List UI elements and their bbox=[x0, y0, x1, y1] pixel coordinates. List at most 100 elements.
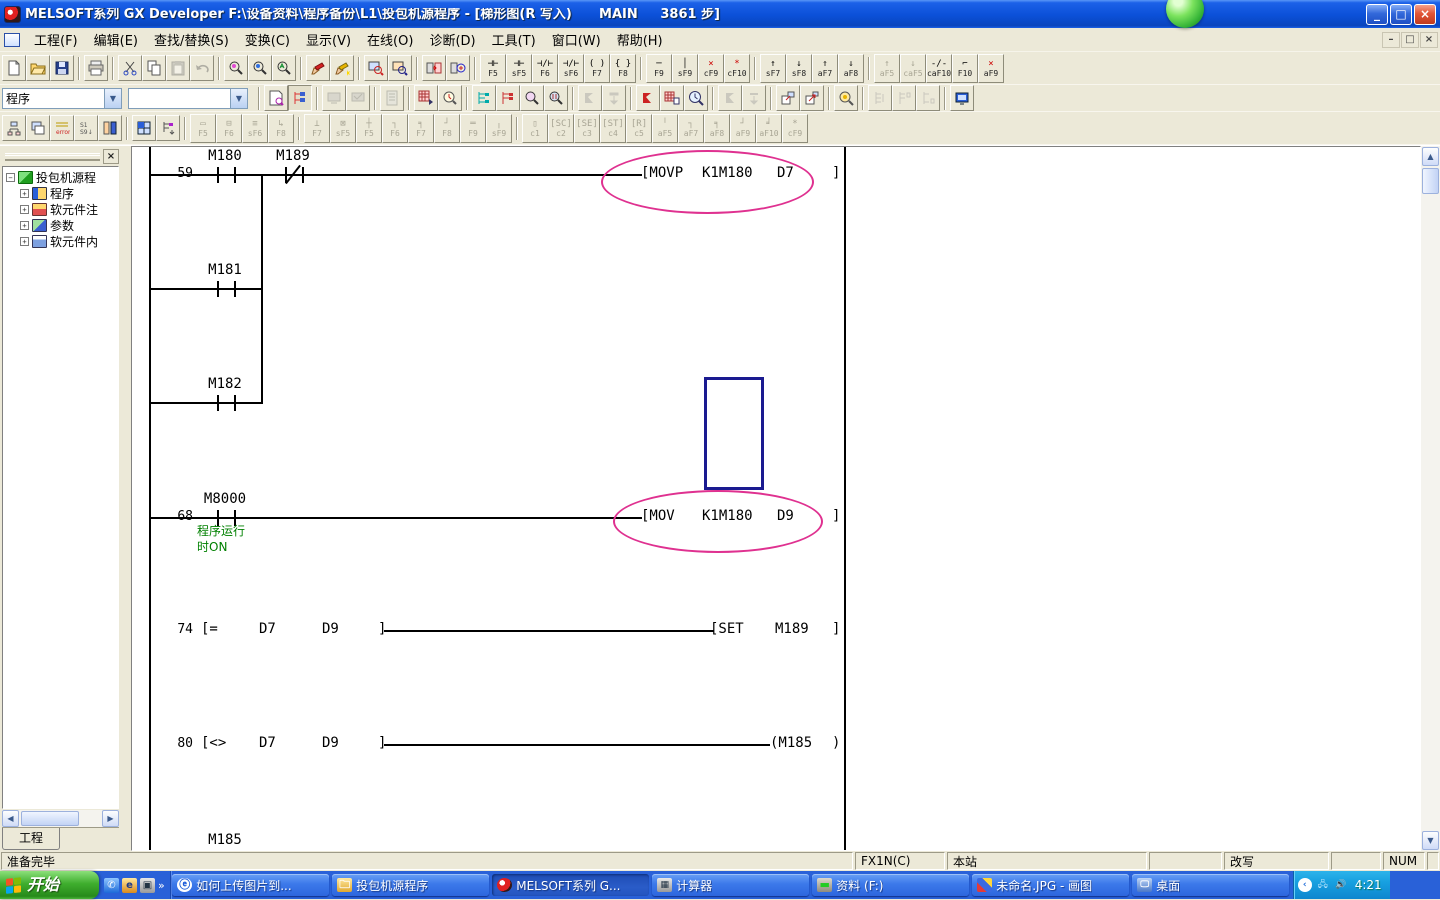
data-name-combobox[interactable]: ▼ bbox=[128, 88, 248, 109]
ladder-parallel-falling-pulse-button[interactable]: ⇓aF8 bbox=[838, 54, 864, 83]
ladder-delete-hline-button[interactable]: ×cF9 bbox=[698, 54, 724, 83]
menu-project[interactable]: 工程(F) bbox=[26, 27, 86, 52]
expand-icon[interactable]: + bbox=[20, 189, 29, 198]
ladder-parallel-closed-contact-button[interactable]: ⊣/⊢sF6 bbox=[558, 54, 584, 83]
task-button-calculator[interactable]: ▦ 计算器 bbox=[652, 874, 809, 896]
task-button-folder[interactable]: 🗀 投包机源程序 bbox=[332, 874, 489, 896]
ladder-hline-button[interactable]: ─F9 bbox=[646, 54, 672, 83]
minimize-button[interactable]: _ bbox=[1366, 4, 1388, 25]
cut-icon[interactable] bbox=[118, 55, 142, 81]
clock-monitor-icon[interactable] bbox=[684, 85, 708, 111]
tree-item-program[interactable]: + 程序 bbox=[5, 185, 118, 201]
edit-cursor-box[interactable] bbox=[704, 377, 764, 490]
panel-close-icon[interactable]: × bbox=[103, 149, 119, 164]
collapse-icon[interactable]: − bbox=[6, 173, 15, 182]
jump-window-2-icon[interactable] bbox=[800, 85, 824, 111]
tray-volume-icon[interactable]: 🔊 bbox=[1334, 878, 1348, 892]
ladder-parallel-open-contact-button[interactable]: ⊣⊢sF5 bbox=[506, 54, 532, 83]
menu-online[interactable]: 在线(O) bbox=[359, 27, 421, 52]
tree-root-item[interactable]: − 投包机源程 bbox=[5, 169, 118, 185]
quick-launch-messenger-icon[interactable]: ✆ bbox=[104, 878, 119, 893]
ladder-closed-contact-button[interactable]: ⊣/⊢F6 bbox=[532, 54, 558, 83]
data-type-combobox[interactable]: 程序▼ bbox=[2, 88, 122, 109]
ladder-logic-test-icon[interactable] bbox=[288, 85, 312, 111]
vertical-scrollbar[interactable]: ▲ ▼ bbox=[1421, 146, 1440, 851]
task-button-paint[interactable]: 未命名.JPG - 画图 bbox=[972, 874, 1129, 896]
partial-run-icon[interactable] bbox=[636, 85, 660, 111]
scroll-thumb[interactable] bbox=[1422, 168, 1439, 194]
expand-icon[interactable]: + bbox=[20, 237, 29, 246]
menu-help[interactable]: 帮助(H) bbox=[609, 27, 671, 52]
menu-window[interactable]: 窗口(W) bbox=[544, 27, 609, 52]
ladder-delete-vline-button[interactable]: *cF10 bbox=[724, 54, 750, 83]
entry-monitor-icon[interactable] bbox=[438, 85, 462, 111]
close-button[interactable]: × bbox=[1414, 4, 1436, 25]
menu-diagnostics[interactable]: 诊断(D) bbox=[421, 27, 483, 52]
print-icon[interactable] bbox=[84, 55, 108, 81]
child-restore-button[interactable]: □ bbox=[1401, 32, 1419, 48]
tray-collapse-icon[interactable]: ‹ bbox=[1298, 878, 1312, 892]
enter-comment-icon[interactable] bbox=[306, 55, 330, 81]
windows-cascade-icon[interactable] bbox=[26, 115, 50, 141]
pc-read-icon[interactable] bbox=[422, 55, 446, 81]
ladder-editor[interactable]: 59 M180 M189 [MOVP K1M180 D7 ] M181 M182… bbox=[131, 146, 1421, 851]
menu-convert[interactable]: 变换(C) bbox=[237, 27, 298, 52]
find-string-icon[interactable] bbox=[272, 55, 296, 81]
enter-statement-icon[interactable] bbox=[330, 55, 354, 81]
ladder-invert-button[interactable]: -/-caF10 bbox=[926, 54, 952, 83]
task-button-browser[interactable]: ⓔ 如何上传图片到... bbox=[172, 874, 329, 896]
quick-launch-desktop-icon[interactable]: ▣ bbox=[140, 878, 155, 893]
tree-item-parameter[interactable]: + 参数 bbox=[5, 217, 118, 233]
ladder-coil-button[interactable]: ( )F7 bbox=[584, 54, 610, 83]
quick-launch-expand-icon[interactable]: » bbox=[158, 879, 165, 892]
start-button[interactable]: 开始 bbox=[0, 871, 99, 899]
restore-button[interactable]: □ bbox=[1390, 4, 1412, 25]
ladder-parallel-rising-pulse-button[interactable]: ⇑aF7 bbox=[812, 54, 838, 83]
menu-tools[interactable]: 工具(T) bbox=[484, 27, 544, 52]
find-contact-icon[interactable] bbox=[544, 85, 568, 111]
scroll-left-icon[interactable]: ◀ bbox=[2, 810, 19, 827]
macro-icon[interactable] bbox=[2, 115, 26, 141]
find-yellow-icon[interactable] bbox=[834, 85, 858, 111]
ladder-instruction-button[interactable]: { }F8 bbox=[610, 54, 636, 83]
ladder-split-icon[interactable] bbox=[98, 115, 122, 141]
menu-edit[interactable]: 编辑(E) bbox=[86, 27, 146, 52]
grid-edit-icon[interactable] bbox=[132, 115, 156, 141]
task-button-drive[interactable]: ▬ 资料 (F:) bbox=[812, 874, 969, 896]
expand-icon[interactable]: + bbox=[20, 205, 29, 214]
find-instruction-icon[interactable] bbox=[248, 55, 272, 81]
tree-item-device-comment[interactable]: + 软元件注 bbox=[5, 201, 118, 217]
ladder-open-contact-button[interactable]: ⊣⊢F5 bbox=[480, 54, 506, 83]
pc-write-icon[interactable] bbox=[446, 55, 470, 81]
program-fix-icon[interactable] bbox=[660, 85, 684, 111]
project-tree[interactable]: − 投包机源程 + 程序 + 软元件注 + 参数 bbox=[2, 166, 119, 809]
ladder-line-erase-button[interactable]: ×aF9 bbox=[978, 54, 1004, 83]
tree-item-device-memory[interactable]: + 软元件内 bbox=[5, 233, 118, 249]
find-device-2-icon[interactable] bbox=[520, 85, 544, 111]
ladder-line-draw-button[interactable]: ⌐F10 bbox=[952, 54, 978, 83]
task-button-desktop[interactable]: 🖵 桌面 bbox=[1132, 874, 1289, 896]
comment-display-icon[interactable] bbox=[264, 85, 288, 111]
find-device-icon[interactable] bbox=[224, 55, 248, 81]
tree-horizontal-scrollbar[interactable]: ◀ ▶ bbox=[2, 810, 119, 827]
menu-find-replace[interactable]: 查找/替换(S) bbox=[146, 27, 237, 52]
ladder-falling-pulse-button[interactable]: ↓sF8 bbox=[786, 54, 812, 83]
remote-monitor-icon[interactable] bbox=[950, 85, 974, 111]
child-minimize-button[interactable]: – bbox=[1382, 32, 1400, 48]
ladder-rising-pulse-button[interactable]: ↑sF7 bbox=[760, 54, 786, 83]
tab-project[interactable]: 工程 bbox=[2, 828, 60, 850]
ladder-tree-icon[interactable] bbox=[472, 85, 496, 111]
step-s1s9-icon[interactable]: S1S9↓ bbox=[74, 115, 98, 141]
open-project-icon[interactable] bbox=[26, 55, 50, 81]
panel-splitter[interactable] bbox=[120, 146, 131, 851]
copy-icon[interactable] bbox=[142, 55, 166, 81]
save-project-icon[interactable] bbox=[50, 55, 74, 81]
tree-sort-icon[interactable] bbox=[156, 115, 180, 141]
ladder-vline-button[interactable]: │sF9 bbox=[672, 54, 698, 83]
scroll-down-icon[interactable]: ▼ bbox=[1422, 831, 1439, 850]
taskbar-clock[interactable]: 4:21 bbox=[1355, 878, 1382, 892]
expand-icon[interactable]: + bbox=[20, 221, 29, 230]
program-check-error-icon[interactable]: error bbox=[50, 115, 74, 141]
scroll-up-icon[interactable]: ▲ bbox=[1422, 147, 1439, 166]
monitor-zoom-2-icon[interactable] bbox=[388, 55, 412, 81]
